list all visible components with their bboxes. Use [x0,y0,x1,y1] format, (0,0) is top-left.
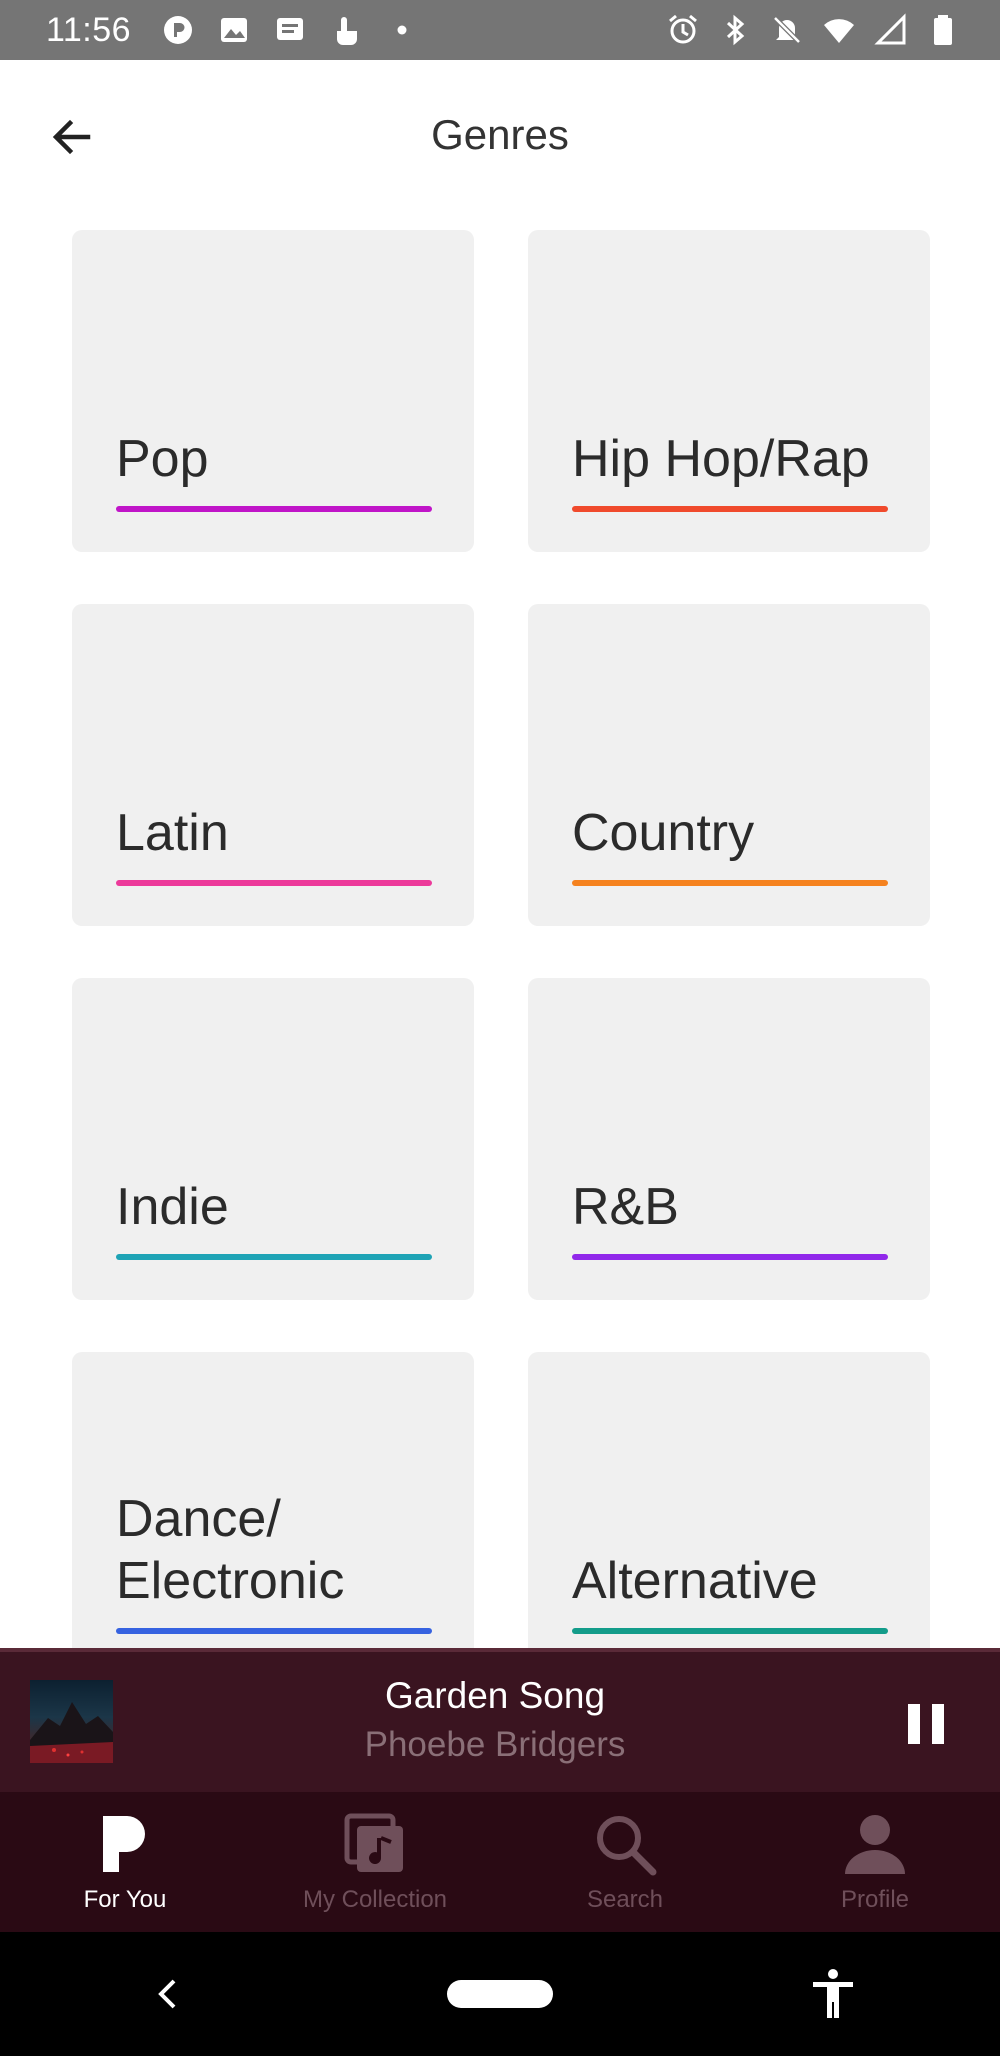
genre-label: Indie [116,1178,229,1236]
pause-button[interactable] [898,1696,954,1752]
notification-icons [161,13,419,47]
system-nav-bar [0,1932,1000,2056]
genre-underline [572,880,888,886]
genre-card-indie[interactable]: Indie [72,978,474,1300]
now-playing-bar[interactable]: Garden Song Phoebe Bridgers [0,1648,1000,1792]
genre-underline [572,506,888,512]
nav-item-my-collection[interactable]: My Collection [250,1792,500,1932]
genre-label: Latin [116,804,229,862]
system-home-button[interactable] [440,1954,560,2034]
pause-icon [908,1704,944,1744]
album-art[interactable] [30,1680,113,1763]
wifi-icon [822,13,856,47]
nav-label: Search [586,1886,664,1913]
track-artist: Phoebe Bridgers [364,1725,626,1764]
nav-item-for-you[interactable]: For You [0,1792,250,1932]
signal-icon [874,13,908,47]
battery-icon [926,13,960,47]
profile-icon [839,1808,911,1880]
genre-underline [572,1254,888,1260]
genre-underline [572,1628,888,1634]
genre-card-country[interactable]: Country [528,604,930,926]
nav-label: My Collection [302,1886,448,1913]
bluetooth-icon [718,13,752,47]
bottom-nav: For You My Collection Search Profile [0,1792,1000,1932]
genre-card-alternative[interactable]: Alternative [528,1352,930,1650]
genre-label: Hip Hop/Rap [572,430,870,488]
message-notification-icon [273,13,307,47]
search-icon [589,1808,661,1880]
page-title: Genres [431,111,569,158]
system-accessibility-button[interactable] [773,1954,893,2034]
pandora-notification-icon [161,13,195,47]
genre-card-pop[interactable]: Pop [72,230,474,552]
arrow-left-icon [52,119,91,155]
nav-item-search[interactable]: Search [500,1792,750,1932]
system-back-button[interactable] [107,1954,227,2034]
back-button[interactable] [40,105,104,169]
genre-card-hip-hop-rap[interactable]: Hip Hop/Rap [528,230,930,552]
genre-underline [116,506,432,512]
genre-grid: Pop Hip Hop/Rap Latin Country Indie R&B … [72,230,930,1650]
pandora-p-icon [89,1808,161,1880]
touch-notification-icon [329,13,363,47]
status-bar: 11:56 [0,0,1000,60]
genre-underline [116,1628,432,1634]
genre-list-scroll[interactable]: Pop Hip Hop/Rap Latin Country Indie R&B … [0,210,1000,1650]
genre-label: Alternative [572,1552,818,1610]
alarm-icon [666,13,700,47]
dot-icon [385,13,419,47]
nav-label: Profile [840,1886,910,1913]
track-info: Garden Song Phoebe Bridgers [250,1672,740,1770]
genre-label: R&B [572,1178,679,1236]
status-time: 11:56 [46,10,132,49]
system-status-icons [666,13,960,47]
back-chevron-icon [157,1979,176,2009]
collection-icon [339,1808,411,1880]
genre-card-dance-electronic[interactable]: Dance/ Electronic [72,1352,474,1650]
track-title: Garden Song [384,1675,606,1716]
genre-underline [116,1254,432,1260]
genre-card-latin[interactable]: Latin [72,604,474,926]
notifications-off-icon [770,13,804,47]
genre-underline [116,880,432,886]
nav-item-profile[interactable]: Profile [750,1792,1000,1932]
genre-label: Country [572,804,755,862]
image-notification-icon [217,13,251,47]
nav-label: For You [83,1886,167,1913]
header: Genres [0,60,1000,210]
genre-card-rnb[interactable]: R&B [528,978,930,1300]
genre-label: Dance/ Electronic [116,1490,345,1610]
home-pill-icon [446,1980,553,2008]
genre-label: Pop [116,430,209,488]
accessibility-icon [813,1969,854,2018]
